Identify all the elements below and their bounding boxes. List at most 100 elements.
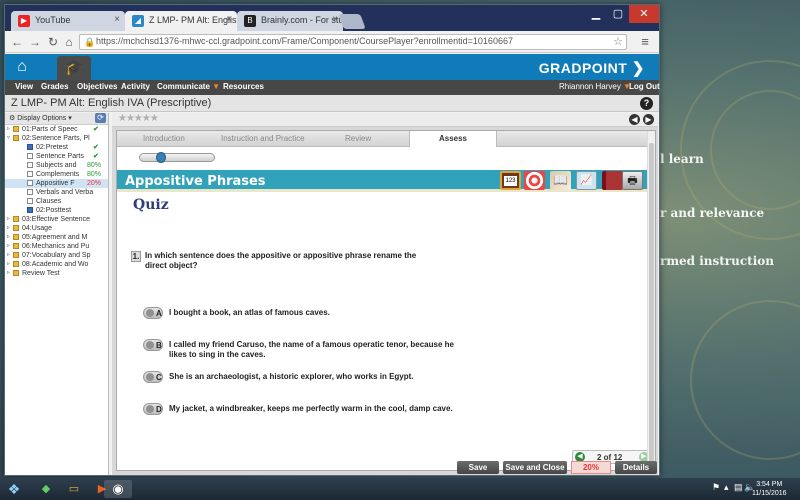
quiz-icon xyxy=(27,207,33,213)
tab-gradpoint[interactable]: ◢ Z LMP- PM Alt: English I × xyxy=(125,11,237,31)
tree-item[interactable]: Sentence Parts ✔ xyxy=(5,152,108,161)
chart-icon[interactable]: 📈 xyxy=(576,171,597,190)
help-icon[interactable]: ? xyxy=(640,97,653,110)
quiz-icon xyxy=(27,144,33,150)
tree-item[interactable]: Subjects and 80% xyxy=(5,161,108,170)
new-tab-button[interactable] xyxy=(338,14,366,29)
tree-item-label: 02:Posttest xyxy=(36,207,72,214)
tree-item[interactable]: Verbals and Verba xyxy=(5,188,108,197)
home-icon[interactable]: ⌂ xyxy=(11,56,33,78)
next-lesson-icon[interactable]: ▶ xyxy=(643,114,654,125)
nav-resources[interactable]: Resources xyxy=(223,82,264,91)
folder-icon xyxy=(13,126,19,132)
flag-icon[interactable]: ⚑ xyxy=(712,482,720,493)
tree-item[interactable]: 02:Pretest ✔ xyxy=(5,143,108,152)
prev-lesson-icon[interactable]: ◀ xyxy=(629,114,640,125)
file-explorer-icon[interactable]: ▭ xyxy=(62,480,86,498)
app-icon[interactable]: ◆ xyxy=(34,480,58,498)
close-icon[interactable]: × xyxy=(332,14,338,25)
tree-item[interactable]: ▹ Review Test xyxy=(5,269,108,278)
tree-item[interactable]: ▹ 03:Effective Sentence xyxy=(5,215,108,224)
answer-option-a[interactable]: A I bought a book, an atlas of famous ca… xyxy=(143,307,483,325)
tray-arrow-icon[interactable]: ▴ xyxy=(724,482,729,493)
chrome-icon[interactable]: ◉ xyxy=(104,480,132,498)
close-icon[interactable]: × xyxy=(114,14,120,25)
course-title: Z LMP- PM Alt: English IVA (Prescriptive… xyxy=(11,97,212,109)
refresh-icon[interactable]: ⟳ xyxy=(95,113,106,123)
user-name[interactable]: Rhiannon Harvey ▼ xyxy=(559,82,631,91)
radio-button[interactable]: D xyxy=(143,403,163,415)
nav-communicate[interactable]: Communicate ▼ xyxy=(157,82,220,91)
graduation-cap-icon[interactable]: 🎓 xyxy=(57,56,91,80)
option-text: I bought a book, an atlas of famous cave… xyxy=(169,308,330,317)
nav-grades[interactable]: Grades xyxy=(41,82,69,91)
folder-icon xyxy=(13,270,19,276)
logout-link[interactable]: Log Out xyxy=(629,82,660,91)
forward-icon[interactable]: → xyxy=(27,34,43,50)
tree-item[interactable]: ▹ 07:Vocabulary and Sp xyxy=(5,251,108,260)
bookmark-star-icon[interactable]: ☆ xyxy=(613,35,623,48)
home-icon[interactable]: ⌂ xyxy=(61,34,77,50)
answer-option-c[interactable]: C She is an archaeologist, a historic ex… xyxy=(143,371,483,389)
tree-item[interactable]: ▿ 02:Sentence Parts, Pl xyxy=(5,134,108,143)
tree-item[interactable]: ▹ 08:Academic and Wo xyxy=(5,260,108,269)
youtube-icon: ▶ xyxy=(18,15,30,27)
tree-item[interactable]: Complements 80% xyxy=(5,170,108,179)
clock[interactable]: 3:54 PM 11/15/2016 xyxy=(752,480,787,498)
radio-button[interactable]: B xyxy=(143,339,163,351)
score-percent: 20% xyxy=(87,180,102,187)
radio-button[interactable]: A xyxy=(143,307,163,319)
dictionary-icon[interactable] xyxy=(602,171,623,190)
network-icon[interactable]: ▤ xyxy=(734,482,743,493)
tree-item[interactable]: ▹ 01:Parts of Speec ✔ xyxy=(5,125,108,134)
tab-review[interactable]: Review xyxy=(345,134,371,143)
target-icon[interactable] xyxy=(524,171,545,190)
details-button[interactable]: Details xyxy=(615,461,657,474)
rating-stars[interactable]: ★★★★★ xyxy=(118,113,159,124)
browser-window: ▶ YouTube × ◢ Z LMP- PM Alt: English I ×… xyxy=(4,4,660,476)
browser-menu-icon[interactable]: ≡ xyxy=(637,34,653,50)
calculator-icon[interactable]: 123 xyxy=(500,171,521,190)
tree-item[interactable]: Clauses xyxy=(5,197,108,206)
nav-objectives[interactable]: Objectives xyxy=(77,82,117,91)
tree-item[interactable]: Appositive F 20% xyxy=(5,179,108,188)
maximize-button[interactable]: ▢ xyxy=(607,5,629,23)
tab-instruction-practice[interactable]: Instruction and Practice xyxy=(221,134,305,143)
save-button[interactable]: Save xyxy=(457,461,499,474)
display-options-menu[interactable]: ⚙ Display Options ▾ xyxy=(9,114,72,122)
answer-option-d[interactable]: D My jacket, a windbreaker, keeps me per… xyxy=(143,403,483,427)
tree-item[interactable]: ▹ 05:Agreement and M xyxy=(5,233,108,242)
tree-item[interactable]: 02:Posttest xyxy=(5,206,108,215)
reload-icon[interactable]: ↻ xyxy=(45,34,61,50)
tree-item[interactable]: ▹ 04:Usage xyxy=(5,224,108,233)
tab-introduction[interactable]: Introduction xyxy=(143,134,185,143)
radio-button[interactable]: C xyxy=(143,371,163,383)
answer-option-b[interactable]: B I called my friend Caruso, the name of… xyxy=(143,339,483,363)
nav-activity[interactable]: Activity xyxy=(121,82,150,91)
score-percent: 80% xyxy=(87,171,102,178)
start-button-icon[interactable]: ❖ xyxy=(4,480,24,498)
print-icon[interactable]: 🖶 xyxy=(622,171,643,190)
option-text: She is an archaeologist, a historic expl… xyxy=(169,372,414,381)
option-text: I called my friend Caruso, the name of a… xyxy=(169,340,454,359)
progress-slider[interactable] xyxy=(139,152,215,163)
vertical-scrollbar[interactable] xyxy=(647,131,655,472)
tab-youtube[interactable]: ▶ YouTube × xyxy=(11,11,125,31)
close-window-button[interactable]: ✕ xyxy=(629,5,659,23)
minimize-button[interactable]: ▁ xyxy=(585,5,607,23)
back-icon[interactable]: ← xyxy=(9,34,25,50)
nav-view[interactable]: View xyxy=(15,82,33,91)
book-icon[interactable]: 📖 xyxy=(550,171,571,190)
scrollbar-thumb[interactable] xyxy=(649,143,654,463)
close-icon[interactable]: × xyxy=(226,14,232,25)
course-tree: ▹ 01:Parts of Speec ✔ ▿ 02:Sentence Parts, P… xyxy=(5,125,108,278)
folder-icon xyxy=(13,252,19,258)
tree-item[interactable]: ▹ 06:Mechanics and Pu xyxy=(5,242,108,251)
slider-knob[interactable] xyxy=(156,152,166,163)
save-and-close-button[interactable]: Save and Close xyxy=(503,461,567,474)
url-input[interactable]: 🔒 https://mchchsd1376-mhwc-ccl.gradpoint… xyxy=(79,34,627,50)
tab-strip: ▶ YouTube × ◢ Z LMP- PM Alt: English I ×… xyxy=(5,5,659,31)
tab-assess[interactable]: Assess xyxy=(409,131,497,147)
tab-brainly[interactable]: B Brainly.com - For studen × xyxy=(237,11,343,31)
tree-item-label: Complements xyxy=(36,171,80,178)
